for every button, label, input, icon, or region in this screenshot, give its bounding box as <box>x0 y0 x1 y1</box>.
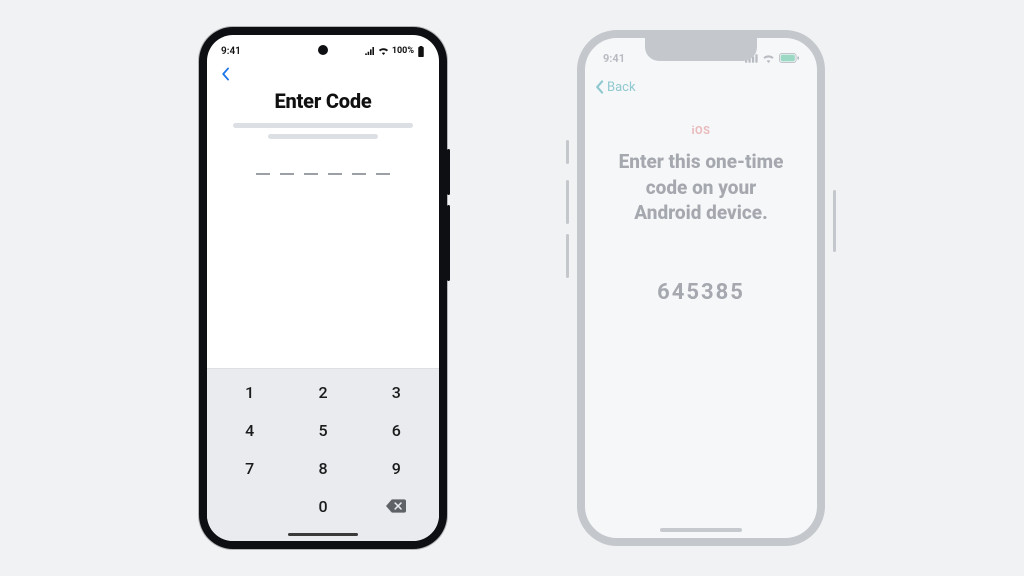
iphone-notch <box>645 37 757 61</box>
android-content: Enter Code <box>207 87 439 368</box>
keypad-2[interactable]: 2 <box>286 373 359 411</box>
platform-label: iOS <box>611 124 791 137</box>
iphone-mute-switch <box>566 140 569 164</box>
keypad-3[interactable]: 3 <box>360 373 433 411</box>
code-slot <box>376 161 390 175</box>
keypad-backspace[interactable] <box>360 487 433 525</box>
chevron-left-icon <box>595 80 605 94</box>
one-time-code: 645385 <box>611 280 791 305</box>
android-front-camera <box>318 45 328 55</box>
iphone-volume-up <box>566 180 569 224</box>
placeholder-line <box>268 134 378 139</box>
code-slot <box>304 161 318 175</box>
numeric-keypad: 1 2 3 4 5 6 7 8 9 0 <box>207 368 439 527</box>
keypad-empty <box>213 487 286 525</box>
status-time: 9:41 <box>221 46 241 57</box>
keypad-5[interactable]: 5 <box>286 411 359 449</box>
placeholder-line <box>233 123 413 128</box>
code-slot <box>352 161 366 175</box>
page-title: Enter Code <box>227 89 419 113</box>
battery-icon <box>417 46 425 57</box>
code-input[interactable] <box>227 161 419 175</box>
code-slot <box>280 161 294 175</box>
battery-icon <box>779 53 799 63</box>
back-button[interactable]: Back <box>595 80 636 95</box>
chevron-left-icon <box>219 67 233 81</box>
code-slot <box>256 161 270 175</box>
iphone-device-frame: 9:41 Back iOS Enter this one-time code o… <box>577 30 825 546</box>
keypad-8[interactable]: 8 <box>286 449 359 487</box>
instruction-headline: Enter this one-time code on your Android… <box>611 149 791 226</box>
keypad-0[interactable]: 0 <box>286 487 359 525</box>
wifi-icon <box>762 54 775 63</box>
back-button[interactable] <box>219 66 233 85</box>
keypad-7[interactable]: 7 <box>213 449 286 487</box>
iphone-side-button <box>833 190 836 252</box>
battery-percent: 100% <box>392 46 414 56</box>
wifi-icon <box>378 47 389 55</box>
android-status-icons: 100% <box>365 46 425 57</box>
keypad-9[interactable]: 9 <box>360 449 433 487</box>
android-power-button <box>447 205 450 281</box>
iphone-home-indicator <box>660 528 742 532</box>
android-app-bar <box>207 63 439 87</box>
code-slot <box>328 161 342 175</box>
android-volume-button <box>447 149 450 195</box>
signal-icon <box>365 47 375 55</box>
iphone-volume-down <box>566 234 569 278</box>
android-device-frame: 9:41 100% Enter Code <box>199 27 447 549</box>
keypad-6[interactable]: 6 <box>360 411 433 449</box>
backspace-icon <box>386 499 406 513</box>
ios-content: iOS Enter this one-time code on your And… <box>585 102 817 305</box>
status-time: 9:41 <box>603 52 625 65</box>
keypad-4[interactable]: 4 <box>213 411 286 449</box>
android-gesture-bar <box>207 527 439 541</box>
back-label: Back <box>607 80 636 95</box>
ios-nav-bar: Back <box>585 72 817 102</box>
keypad-1[interactable]: 1 <box>213 373 286 411</box>
android-screen: 9:41 100% Enter Code <box>207 35 439 541</box>
